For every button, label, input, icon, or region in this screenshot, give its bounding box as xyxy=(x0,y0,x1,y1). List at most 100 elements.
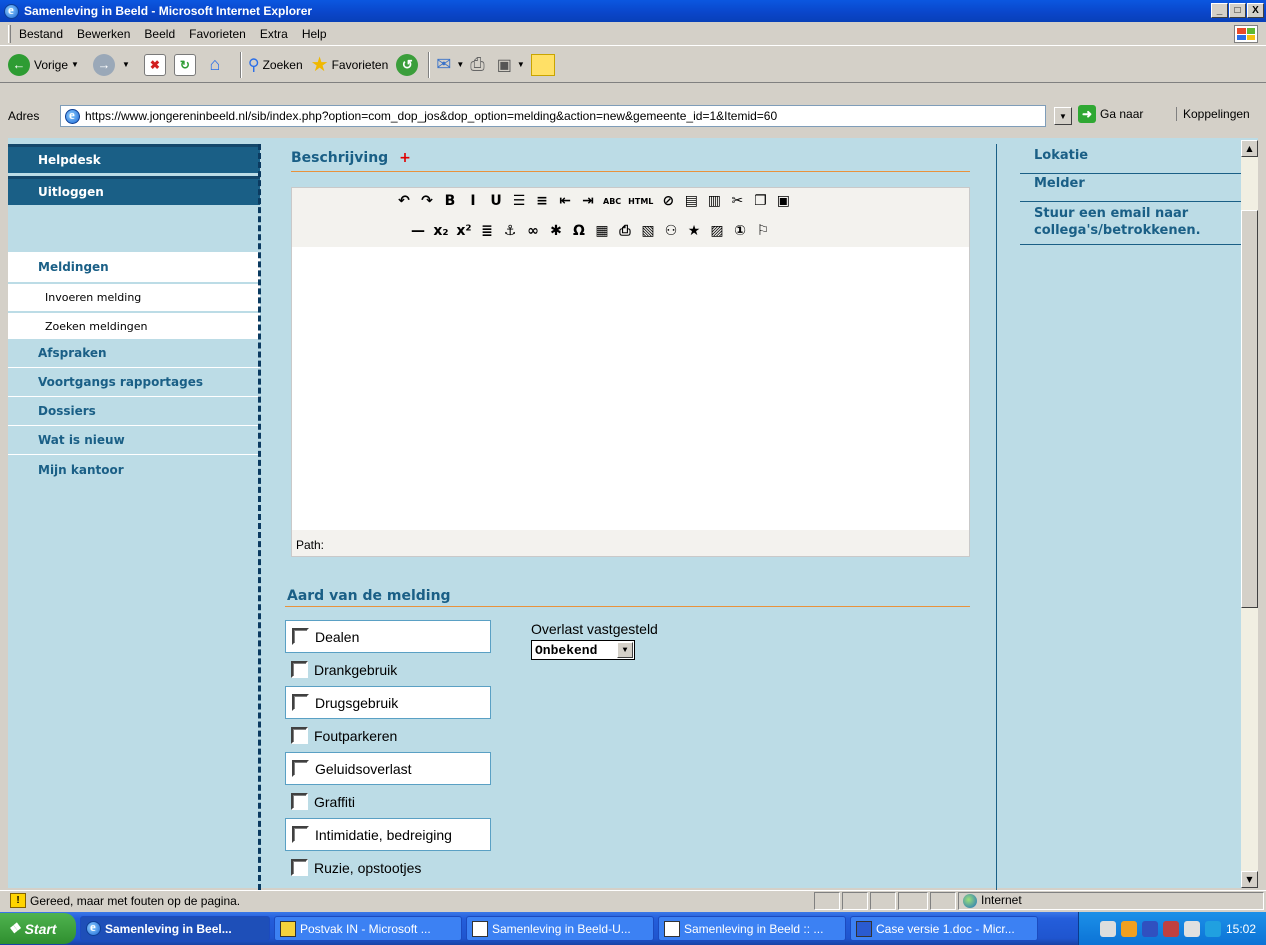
checkbox-row-ruzie[interactable]: Ruzie, opstootjes xyxy=(285,851,491,884)
editor-tool-icon[interactable]: ⚐ xyxy=(755,223,771,239)
task-word[interactable]: Case versie 1.doc - Micr... xyxy=(850,916,1038,941)
checkbox[interactable] xyxy=(292,628,309,645)
nav-wat-is-nieuw[interactable]: Wat is nieuw xyxy=(8,426,260,455)
editor-tool-icon[interactable]: ▤ xyxy=(683,193,699,209)
checkbox-row-dealen[interactable]: Dealen xyxy=(285,620,491,653)
editor-tool-icon[interactable]: ∞ xyxy=(525,223,541,239)
checkbox[interactable] xyxy=(291,793,308,810)
editor-tool-icon[interactable]: ⊘ xyxy=(660,193,676,209)
editor-tool-icon[interactable]: ↷ xyxy=(419,193,435,209)
editor-tool-icon[interactable]: ⎙ xyxy=(617,223,633,239)
right-link-lokatie[interactable]: Lokatie xyxy=(1020,148,1242,174)
checkbox-row-drankgebruik[interactable]: Drankgebruik xyxy=(285,653,491,686)
editor-tool-icon[interactable]: U xyxy=(488,193,504,209)
search-button[interactable]: ⚲ Zoeken xyxy=(248,55,303,75)
mail-dropdown-icon[interactable]: ▼ xyxy=(456,60,464,69)
tray-app-icon[interactable] xyxy=(1162,920,1179,937)
back-dropdown-icon[interactable]: ▼ xyxy=(71,60,79,69)
editor-tool-icon[interactable]: ⚇ xyxy=(663,223,679,239)
forward-button[interactable]: → ▼ xyxy=(92,53,136,76)
vertical-scrollbar[interactable]: ▲ ▼ xyxy=(1241,140,1258,888)
mail-icon[interactable]: ✉ xyxy=(436,54,451,75)
editor-tool-icon[interactable]: x² xyxy=(456,223,472,239)
minimize-button[interactable]: _ xyxy=(1211,3,1228,18)
menu-bestand[interactable]: Bestand xyxy=(19,27,63,41)
right-link-melder[interactable]: Melder xyxy=(1020,176,1242,202)
address-dropdown-icon[interactable]: ▼ xyxy=(1054,107,1072,125)
editor-tool-icon[interactable]: ▧ xyxy=(640,223,656,239)
nav-uitloggen[interactable]: Uitloggen xyxy=(8,176,260,205)
keyboard-icon[interactable] xyxy=(1099,920,1116,937)
nav-zoeken-meldingen[interactable]: Zoeken meldingen xyxy=(8,312,260,339)
links-button[interactable]: Koppelingen xyxy=(1176,107,1250,121)
task-samenleving-ie[interactable]: Samenleving in Beel... xyxy=(80,916,270,941)
tray-app-icon[interactable] xyxy=(1141,920,1158,937)
favorites-button[interactable]: ★ Favorieten xyxy=(311,52,389,77)
editor-tool-icon[interactable]: — xyxy=(410,223,426,239)
editor-tool-icon[interactable]: ① xyxy=(732,223,748,239)
nav-afspraken[interactable]: Afspraken xyxy=(8,339,260,368)
editor-tool-icon[interactable]: ☰ xyxy=(511,193,527,209)
nav-voortgangs-rapportages[interactable]: Voortgangs rapportages xyxy=(8,368,260,397)
tray-app-icon[interactable] xyxy=(1204,920,1221,937)
go-button[interactable]: ➜ Ga naar xyxy=(1078,105,1143,123)
editor-tool-icon[interactable]: ≡ xyxy=(534,193,550,209)
editor-tool-icon[interactable]: ABC xyxy=(603,197,621,206)
checkbox[interactable] xyxy=(292,760,309,777)
editor-tool-icon[interactable]: I xyxy=(465,193,481,209)
warning-icon[interactable]: ! xyxy=(10,893,26,908)
checkbox[interactable] xyxy=(291,727,308,744)
editor-tool-icon[interactable]: HTML xyxy=(628,197,653,206)
checkbox-row-geluidsoverlast[interactable]: Geluidsoverlast xyxy=(285,752,491,785)
checkbox[interactable] xyxy=(291,661,308,678)
editor-text-area[interactable] xyxy=(292,247,969,530)
nav-section-meldingen[interactable]: Meldingen xyxy=(8,252,260,282)
scroll-up-icon[interactable]: ▲ xyxy=(1241,140,1258,157)
edit-icon[interactable]: ▣ xyxy=(497,55,512,75)
forward-dropdown-icon[interactable]: ▼ xyxy=(122,60,130,69)
stop-icon[interactable]: ✖ xyxy=(143,53,166,76)
editor-tool-icon[interactable]: ▣ xyxy=(775,193,791,209)
editor-tool-icon[interactable]: ▦ xyxy=(594,223,610,239)
nav-mijn-kantoor[interactable]: Mijn kantoor xyxy=(8,455,260,484)
menu-extra[interactable]: Extra xyxy=(260,27,288,41)
checkbox-row-intimidatie[interactable]: Intimidatie, bedreiging xyxy=(285,818,491,851)
editor-tool-icon[interactable]: ★ xyxy=(686,223,702,239)
editor-tool-icon[interactable]: B xyxy=(442,193,458,209)
scroll-thumb[interactable] xyxy=(1241,210,1258,608)
close-button[interactable]: X xyxy=(1247,3,1264,18)
editor-tool-icon[interactable]: ⇤ xyxy=(557,193,573,209)
edit-dropdown-icon[interactable]: ▼ xyxy=(517,60,525,69)
tray-app-icon[interactable] xyxy=(1183,920,1200,937)
checkbox[interactable] xyxy=(292,826,309,843)
back-button[interactable]: ← Vorige ▼ xyxy=(8,53,85,76)
editor-tool-icon[interactable]: x₂ xyxy=(433,223,449,239)
address-input[interactable]: https://www.jongereninbeeld.nl/sib/index… xyxy=(60,105,1046,127)
menu-help[interactable]: Help xyxy=(302,27,327,41)
menu-beeld[interactable]: Beeld xyxy=(144,27,175,41)
menu-favorieten[interactable]: Favorieten xyxy=(189,27,246,41)
refresh-icon[interactable]: ↻ xyxy=(173,53,196,76)
task-mail-2[interactable]: Samenleving in Beeld :: ... xyxy=(658,916,846,941)
start-button[interactable]: ❖ Start xyxy=(0,913,76,944)
history-icon[interactable]: ↺ xyxy=(396,53,419,76)
checkbox-row-graffiti[interactable]: Graffiti xyxy=(285,785,491,818)
editor-tool-icon[interactable]: ≣ xyxy=(479,223,495,239)
editor-tool-icon[interactable]: ▨ xyxy=(709,223,725,239)
editor-tool-icon[interactable]: ⚓ xyxy=(502,223,518,239)
checkbox-row-drugsgebruik[interactable]: Drugsgebruik xyxy=(285,686,491,719)
editor-tool-icon[interactable]: Ω xyxy=(571,223,587,239)
right-link-email[interactable]: Stuur een email naar collega's/betrokken… xyxy=(1020,205,1242,245)
checkbox-row-foutparkeren[interactable]: Foutparkeren xyxy=(285,719,491,752)
nav-helpdesk[interactable]: Helpdesk xyxy=(8,144,260,173)
editor-tool-icon[interactable]: ✂ xyxy=(729,193,745,209)
menu-bewerken[interactable]: Bewerken xyxy=(77,27,130,41)
home-icon[interactable]: ⌂ xyxy=(204,54,226,76)
maximize-button[interactable]: □ xyxy=(1229,3,1246,18)
editor-tool-icon[interactable]: ⇥ xyxy=(580,193,596,209)
editor-tool-icon[interactable]: ↶ xyxy=(396,193,412,209)
tray-app-icon[interactable] xyxy=(1120,920,1137,937)
checkbox[interactable] xyxy=(292,694,309,711)
overlast-select[interactable]: Onbekend ▼ xyxy=(531,640,635,660)
editor-tool-icon[interactable]: ❐ xyxy=(752,193,768,209)
